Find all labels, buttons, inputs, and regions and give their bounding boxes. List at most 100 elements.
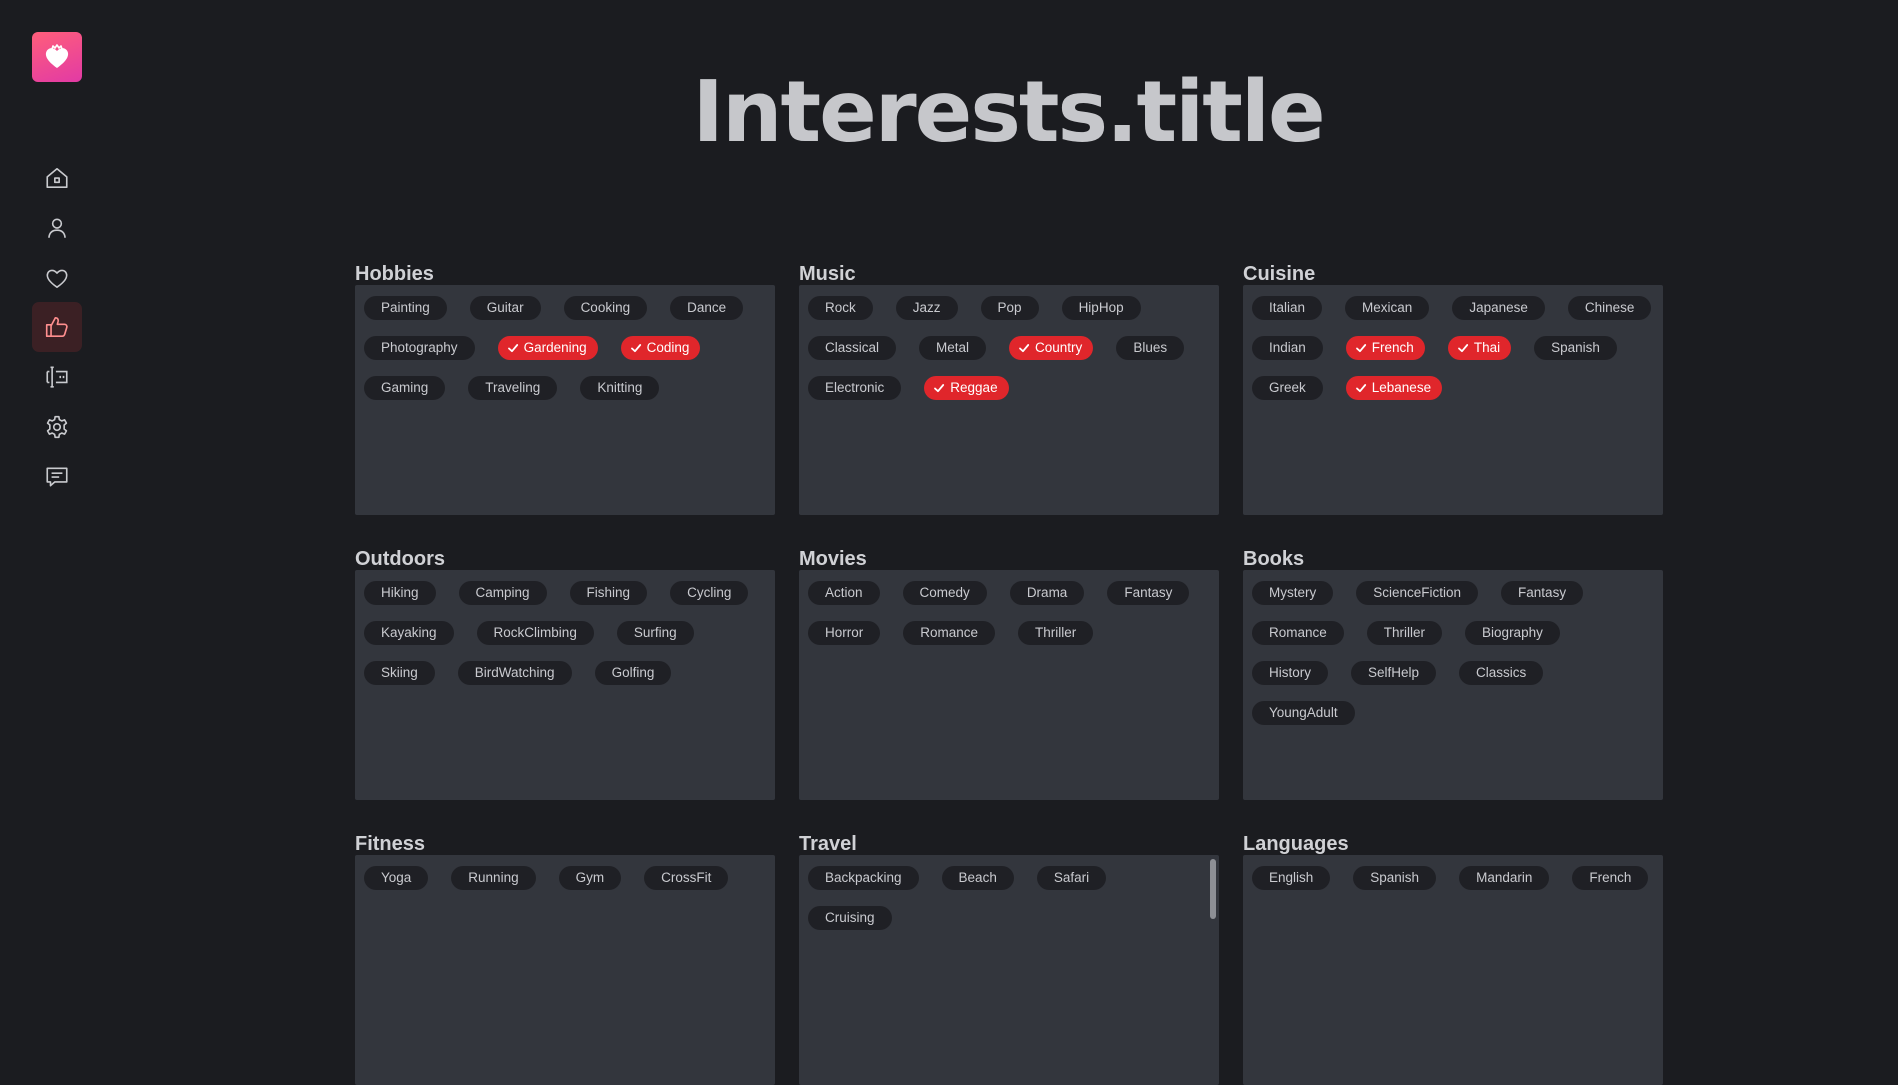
interest-chip[interactable]: French — [1572, 866, 1649, 890]
interest-chip[interactable]: Yoga — [364, 866, 429, 890]
interest-chip[interactable]: Mystery — [1252, 581, 1334, 605]
interest-chip[interactable]: Mandarin — [1459, 866, 1550, 890]
interest-chip[interactable]: BirdWatching — [457, 661, 572, 685]
section-title: Books — [1243, 548, 1305, 570]
interest-chip[interactable]: Thriller — [1366, 621, 1443, 645]
interest-chip[interactable]: Skiing — [364, 661, 435, 685]
interest-chip[interactable]: Metal — [919, 336, 987, 360]
interest-chip[interactable]: French — [1345, 336, 1425, 360]
interest-chip[interactable]: Camping — [458, 581, 547, 605]
interest-chip[interactable]: Chinese — [1567, 296, 1652, 320]
interest-chip[interactable]: Golfing — [594, 661, 672, 685]
interest-chip[interactable]: Spanish — [1353, 866, 1437, 890]
interest-chip[interactable]: SelfHelp — [1351, 661, 1437, 685]
interest-chip[interactable]: Cruising — [808, 906, 892, 930]
interest-chip[interactable]: Knitting — [580, 376, 660, 400]
chip-label: Country — [1035, 340, 1083, 355]
interest-chip[interactable]: Romance — [903, 621, 996, 645]
chip-label: Yoga — [381, 870, 412, 885]
interest-chip[interactable]: Dance — [670, 296, 744, 320]
chip-label: YoungAdult — [1269, 705, 1338, 720]
chip-label: Indian — [1269, 340, 1306, 355]
chip-label: Pop — [997, 300, 1022, 315]
interest-chip[interactable]: English — [1252, 866, 1331, 890]
chip-label: Drama — [1026, 585, 1068, 600]
interest-chip[interactable]: Reggae — [924, 376, 1009, 400]
interest-chip[interactable]: History — [1252, 661, 1329, 685]
interest-chip[interactable]: Romance — [1252, 621, 1344, 645]
chip-label: Fantasy — [1518, 585, 1567, 600]
chip-label: Comedy — [919, 585, 970, 600]
interest-chip[interactable]: Country — [1009, 336, 1094, 360]
interest-chip[interactable]: Photography — [364, 336, 475, 360]
interest-chip[interactable]: Pop — [980, 296, 1039, 320]
user-icon — [48, 218, 66, 238]
interest-chip[interactable]: Gym — [558, 866, 622, 890]
interest-chip[interactable]: RockClimbing — [476, 621, 594, 645]
interest-chip[interactable]: Hiking — [364, 581, 436, 605]
interest-chip[interactable]: Gardening — [497, 336, 598, 360]
chip-panel: Yoga Running Gym CrossFit — [355, 855, 775, 1085]
interest-chip[interactable]: Beach — [941, 866, 1014, 890]
interest-chip[interactable]: Horror — [808, 621, 881, 645]
interest-chip[interactable]: Mexican — [1345, 296, 1430, 320]
interest-chip[interactable]: Comedy — [902, 581, 987, 605]
interest-chip[interactable]: Rock — [808, 296, 873, 320]
chip-label: Guitar — [486, 300, 524, 315]
chip-label: Romance — [920, 625, 979, 640]
chip-label: BirdWatching — [474, 665, 555, 680]
interest-chip[interactable]: Guitar — [469, 296, 541, 320]
interest-chip[interactable]: Indian — [1252, 336, 1323, 360]
interest-chip[interactable]: Coding — [620, 336, 701, 360]
interest-chip[interactable]: Fantasy — [1107, 581, 1190, 605]
interest-chip[interactable]: Painting — [364, 296, 447, 320]
interest-chip[interactable]: Lebanese — [1345, 376, 1443, 400]
interest-chip[interactable]: YoungAdult — [1252, 701, 1355, 725]
interest-chip[interactable]: Classics — [1459, 661, 1544, 685]
interest-chip[interactable]: Cooking — [563, 296, 648, 320]
interest-chip[interactable]: Biography — [1465, 621, 1560, 645]
interest-chip[interactable]: CrossFit — [644, 866, 729, 890]
interest-chip[interactable]: Thriller — [1018, 621, 1094, 645]
interest-chip[interactable]: Cycling — [670, 581, 749, 605]
chip-label: CrossFit — [661, 870, 712, 885]
nav-settings[interactable] — [32, 402, 82, 452]
interest-chip[interactable]: HipHop — [1061, 296, 1141, 320]
chip-label: Metal — [936, 340, 970, 355]
nav-interests[interactable] — [32, 302, 82, 352]
nav-messages[interactable] — [32, 452, 82, 502]
chip-label: French — [1371, 340, 1414, 355]
panel-scrollbar[interactable] — [1210, 859, 1216, 919]
nav-profile[interactable] — [32, 203, 82, 253]
nav-editor[interactable] — [32, 352, 82, 402]
section-title: Music — [799, 263, 856, 285]
interest-chip[interactable]: Greek — [1252, 376, 1323, 400]
interest-chip[interactable]: Classical — [808, 336, 897, 360]
interest-chip[interactable]: Thai — [1447, 336, 1512, 360]
interest-chip[interactable]: Spanish — [1534, 336, 1617, 360]
interest-chip[interactable]: Fantasy — [1501, 581, 1584, 605]
interest-chip[interactable]: Blues — [1116, 336, 1185, 360]
interest-chip[interactable]: ScienceFiction — [1356, 581, 1479, 605]
chip-label: History — [1269, 665, 1312, 680]
interest-chip[interactable]: Backpacking — [808, 866, 919, 890]
interest-chip[interactable]: Traveling — [468, 376, 558, 400]
chip-label: Jazz — [912, 300, 941, 315]
section-title: Movies — [799, 548, 867, 570]
interest-chip[interactable]: Safari — [1036, 866, 1107, 890]
check-icon — [934, 384, 945, 393]
interest-chip[interactable]: Italian — [1252, 296, 1323, 320]
interest-chip[interactable]: Gaming — [364, 376, 446, 400]
interest-chip[interactable]: Running — [451, 866, 536, 890]
interest-chip[interactable]: Fishing — [569, 581, 648, 605]
interest-chip[interactable]: Kayaking — [364, 621, 454, 645]
interest-chip[interactable]: Surfing — [616, 621, 694, 645]
interest-chip[interactable]: Jazz — [895, 296, 958, 320]
chip-label: SelfHelp — [1368, 665, 1420, 680]
interest-chip[interactable]: Action — [808, 581, 880, 605]
interest-chip[interactable]: Electronic — [808, 376, 902, 400]
nav-matches[interactable] — [32, 253, 82, 303]
heart-icon — [46, 269, 68, 289]
interest-chip[interactable]: Drama — [1009, 581, 1085, 605]
interest-chip[interactable]: Japanese — [1452, 296, 1545, 320]
